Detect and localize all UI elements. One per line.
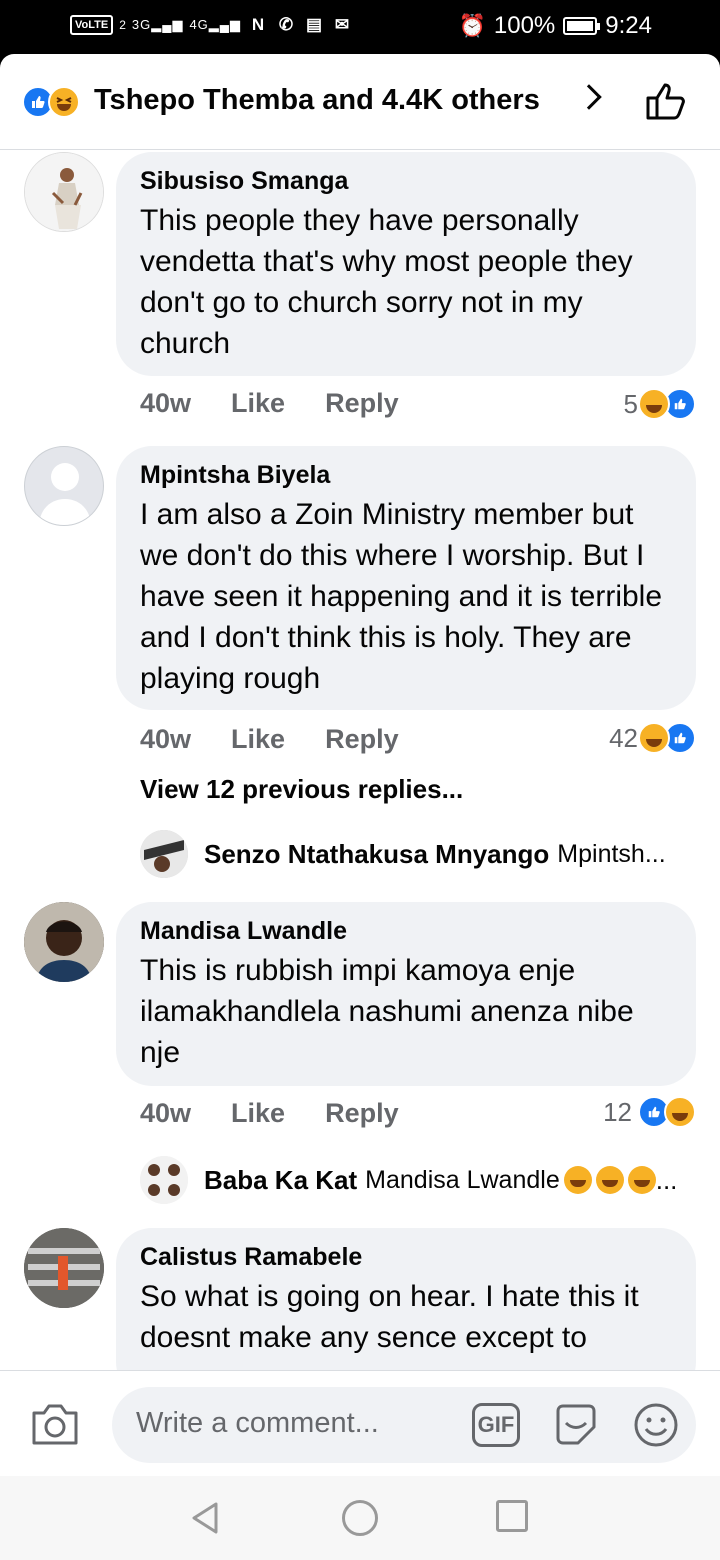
like-button[interactable]: Like — [231, 388, 285, 419]
reply-snippet: Mpintsh... — [557, 839, 666, 868]
comment-bubble[interactable]: Mandisa Lwandle This is rubbish impi kam… — [116, 902, 696, 1086]
clock: 9:24 — [605, 12, 652, 39]
comments-sheet: Tshepo Themba and 4.4K others Sibusiso S… — [0, 54, 720, 1560]
sim-indicator: 2 — [119, 18, 126, 32]
chevron-right-icon — [576, 84, 602, 110]
news-icon: ▤ — [305, 15, 323, 34]
laughing-emoji-icon — [563, 1166, 592, 1194]
comment-time[interactable]: 40w — [140, 388, 191, 419]
emoji-icon[interactable] — [632, 1401, 680, 1449]
reply-button[interactable]: Reply — [325, 1098, 399, 1129]
comment-input-placeholder: Write a comment... — [136, 1407, 379, 1439]
sticker-icon[interactable] — [552, 1401, 600, 1449]
avatar[interactable] — [24, 902, 104, 982]
comment-bubble[interactable]: Sibusiso Smanga This people they have pe… — [116, 152, 696, 376]
like-button[interactable]: Like — [231, 724, 285, 755]
battery-icon — [563, 17, 601, 35]
reaction-count[interactable]: 42 — [609, 722, 696, 754]
comment-author[interactable]: Mpintsha Biyela — [140, 460, 672, 490]
status-right: ⏰ 100% 9:24 — [458, 12, 652, 40]
reaction-count-number: 42 — [609, 722, 638, 753]
system-nav-bar — [0, 1476, 720, 1560]
gif-icon[interactable]: GIF — [472, 1403, 520, 1447]
status-bar: VoLTE 2 3G▂▄▆ 4G▂▄▆ N ✆ ▤ ✉ ⏰ 100% 9:24 — [0, 0, 720, 54]
signal-3g-icon: 3G▂▄▆ — [131, 17, 184, 32]
home-icon[interactable] — [342, 1500, 378, 1536]
haha-reaction-icon — [48, 86, 80, 118]
camera-icon[interactable] — [30, 1401, 80, 1447]
reply-preview[interactable]: Baba Ka Kat Mandisa Lwandle ... — [140, 1156, 677, 1204]
recent-apps-icon[interactable] — [496, 1500, 528, 1532]
haha-icon — [638, 722, 670, 754]
reply-author: Senzo Ntathakusa Mnyango — [204, 838, 550, 869]
view-previous-replies[interactable]: View 12 previous replies... — [140, 774, 463, 805]
volte-indicator: VoLTE — [70, 15, 114, 35]
comment-bubble[interactable]: Mpintsha Biyela I am also a Zoin Ministr… — [116, 446, 696, 710]
whatsapp-icon: ✆ — [278, 15, 294, 34]
reply-avatar — [140, 1156, 188, 1204]
reply-trail: ... — [655, 1164, 678, 1195]
back-icon[interactable] — [188, 1500, 224, 1536]
reply-button[interactable]: Reply — [325, 724, 399, 755]
comment-author[interactable]: Calistus Ramabele — [140, 1242, 672, 1272]
comment-time[interactable]: 40w — [140, 724, 191, 755]
reactors-summary: Tshepo Themba and 4.4K others — [94, 84, 540, 116]
reactions-header[interactable]: Tshepo Themba and 4.4K others — [0, 54, 720, 150]
comment-time[interactable]: 40w — [140, 1098, 191, 1129]
reaction-count-number: 12 — [603, 1096, 632, 1127]
nfc-icon: N — [251, 15, 265, 34]
reaction-icons — [22, 86, 88, 118]
comment-input[interactable]: Write a comment... GIF — [112, 1387, 696, 1463]
avatar[interactable] — [24, 446, 104, 526]
haha-icon — [638, 388, 670, 420]
comment-text: So what is going on hear. I hate this it… — [140, 1280, 639, 1354]
comment-actions: 40w Like Reply — [140, 1098, 399, 1129]
reply-snippet: Mandisa Lwandle — [365, 1165, 560, 1194]
reaction-count-number: 5 — [623, 388, 638, 419]
like-button[interactable]: Like — [231, 1098, 285, 1129]
mail-icon: ✉ — [334, 15, 350, 34]
signal-4g-icon: 4G▂▄▆ — [189, 17, 242, 32]
reply-author: Baba Ka Kat — [204, 1164, 358, 1195]
comment-actions: 40w Like Reply — [140, 724, 399, 755]
comment-author[interactable]: Sibusiso Smanga — [140, 166, 672, 196]
reply-avatar — [140, 830, 188, 878]
avatar[interactable] — [24, 1228, 104, 1308]
reply-preview[interactable]: Senzo Ntathakusa Mnyango Mpintsh... — [140, 830, 666, 878]
comment-composer: Write a comment... GIF — [0, 1370, 720, 1476]
battery-percent: 100% — [493, 12, 556, 39]
comment-text: This is rubbish impi kamoya enje ilamakh… — [140, 954, 634, 1069]
laughing-emoji-icon — [627, 1166, 656, 1194]
net2-label: 4G — [189, 17, 209, 32]
avatar[interactable] — [24, 152, 104, 232]
reply-button[interactable]: Reply — [325, 388, 399, 419]
reaction-count[interactable]: 5 — [624, 388, 696, 420]
thumbs-up-outline-icon[interactable] — [644, 80, 690, 122]
comment-actions: 40w Like Reply — [140, 388, 399, 419]
net1-label: 3G — [131, 17, 152, 32]
alarm-icon: ⏰ — [458, 13, 486, 38]
comment-author[interactable]: Mandisa Lwandle — [140, 916, 672, 946]
comment-text: This people they have personally vendett… — [140, 204, 633, 360]
comment-text: I am also a Zoin Ministry member but we … — [140, 498, 663, 695]
haha-icon — [664, 1096, 696, 1128]
status-left: VoLTE 2 3G▂▄▆ 4G▂▄▆ N ✆ ▤ ✉ — [70, 14, 353, 36]
laughing-emoji-icon — [595, 1166, 624, 1194]
reaction-count[interactable]: 12 — [603, 1096, 696, 1128]
